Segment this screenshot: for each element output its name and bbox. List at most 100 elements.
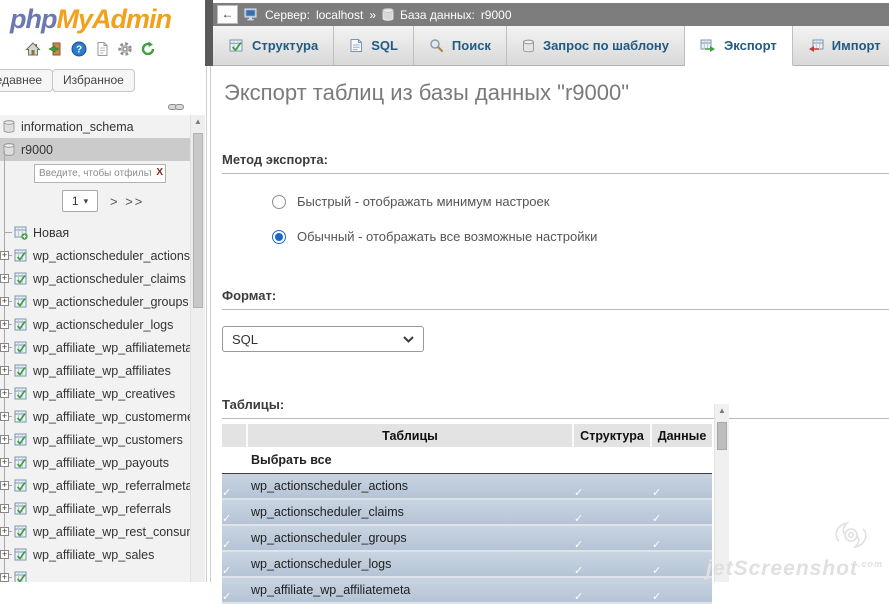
tree-table-item[interactable]: wp_affiliate_wp_sales bbox=[0, 543, 190, 566]
breadcrumb-server-value[interactable]: localhost bbox=[316, 8, 363, 22]
help-icon[interactable]: ? bbox=[70, 40, 87, 57]
tree-table-item[interactable]: wp_affiliate_wp_referralmeta bbox=[0, 474, 190, 497]
custom-export-option[interactable]: Обычный - отображать все возможные настр… bbox=[272, 229, 889, 244]
tree-table-item[interactable]: wp_affiliate_wp_affiliatemeta bbox=[0, 336, 190, 359]
table-icon bbox=[14, 479, 28, 493]
expand-icon[interactable] bbox=[0, 320, 9, 329]
expand-icon[interactable] bbox=[0, 389, 9, 398]
tree-table-item[interactable]: wp_actionscheduler_logs bbox=[0, 313, 190, 336]
table-name: wp_affiliate_wp_referrals bbox=[33, 502, 171, 516]
radio-quick[interactable] bbox=[272, 195, 286, 209]
expand-icon[interactable] bbox=[0, 527, 9, 536]
header-checkbox-col bbox=[222, 424, 248, 447]
scroll-up-icon[interactable]: ▲ bbox=[715, 404, 729, 418]
expand-icon[interactable] bbox=[0, 504, 9, 513]
sidebar-scrollbar[interactable]: ▲ bbox=[190, 115, 205, 582]
new-table-item[interactable]: Новая bbox=[0, 221, 190, 244]
expand-icon[interactable] bbox=[0, 251, 9, 260]
tree-table-item[interactable]: wp_actionscheduler_groups bbox=[0, 290, 190, 313]
chevron-down-icon: ▾ bbox=[84, 196, 89, 207]
tree-table-item[interactable]: wp_affiliate_wp_creatives bbox=[0, 382, 190, 405]
tab-search[interactable]: Поиск bbox=[414, 26, 507, 65]
tab-label: Поиск bbox=[452, 38, 491, 53]
tree-db-information-schema[interactable]: information_schema bbox=[0, 115, 190, 138]
expand-icon[interactable] bbox=[0, 366, 9, 375]
logout-icon[interactable] bbox=[47, 40, 64, 57]
scroll-up-icon[interactable]: ▲ bbox=[191, 115, 205, 129]
logo-php: php bbox=[10, 4, 56, 34]
tab-export[interactable]: Экспорт bbox=[685, 26, 793, 66]
panel-splitter[interactable] bbox=[206, 66, 211, 582]
logo-myadmin: MyAdmin bbox=[56, 4, 171, 34]
expand-icon[interactable] bbox=[0, 481, 9, 490]
refresh-icon[interactable] bbox=[139, 40, 156, 57]
radio-custom[interactable] bbox=[272, 230, 286, 244]
favorites-tab[interactable]: Избранное bbox=[52, 69, 135, 92]
tab-structure[interactable]: Структура bbox=[214, 26, 334, 65]
table-row: wp_actionscheduler_actions bbox=[222, 474, 712, 500]
tree-pagination: 1 ▾ > >> bbox=[62, 190, 190, 212]
panel-splitter-top bbox=[205, 0, 213, 66]
table-filter-input[interactable] bbox=[34, 164, 166, 183]
table-icon bbox=[14, 525, 28, 539]
table-name: wp_affiliate_wp_sales bbox=[33, 548, 154, 562]
table-icon bbox=[14, 272, 28, 286]
table-name: wp_affiliate_wp_rest_consumers bbox=[33, 525, 190, 539]
tree-db-r9000[interactable]: r9000 bbox=[0, 138, 190, 161]
table-row: wp_actionscheduler_claims bbox=[222, 500, 712, 526]
tab-label: Экспорт bbox=[724, 38, 777, 53]
tree-table-item[interactable]: wp_affiliate_wp_customers bbox=[0, 428, 190, 451]
scrollbar-thumb[interactable] bbox=[717, 422, 727, 450]
recent-tab[interactable]: Недавнее bbox=[0, 69, 53, 92]
expand-icon[interactable] bbox=[0, 412, 9, 421]
table-scrollbar[interactable]: ▲ bbox=[714, 404, 729, 582]
tree-table-item[interactable]: wp_actionscheduler_actions bbox=[0, 244, 190, 267]
db-name: r9000 bbox=[21, 143, 53, 157]
format-select[interactable]: SQL bbox=[222, 326, 424, 352]
expand-icon[interactable] bbox=[0, 550, 9, 559]
tables-heading: Таблицы: bbox=[222, 397, 889, 419]
table-row: wp_actionscheduler_groups bbox=[222, 526, 712, 552]
filter-clear-icon[interactable]: X bbox=[156, 167, 163, 178]
tree-table-item[interactable]: wp_affiliate_wp_referrals bbox=[0, 497, 190, 520]
tab-query-by-example[interactable]: Запрос по шаблону bbox=[507, 26, 685, 65]
scrollbar-thumb[interactable] bbox=[193, 133, 203, 308]
tree-table-item[interactable]: wp_affiliate_wp_payouts bbox=[0, 451, 190, 474]
page-select[interactable]: 1 ▾ bbox=[62, 190, 98, 212]
phpmyadmin-logo[interactable]: phpMyAdmin bbox=[0, 0, 210, 35]
expand-icon[interactable] bbox=[0, 274, 9, 283]
breadcrumb-db-value[interactable]: r9000 bbox=[481, 8, 512, 22]
expand-icon[interactable] bbox=[0, 458, 9, 467]
tab-sql[interactable]: SQL bbox=[334, 26, 414, 65]
expand-icon[interactable] bbox=[0, 297, 9, 306]
sidebar-panel-tabs: Недавнее Избранное bbox=[0, 69, 210, 93]
tree-table-item[interactable]: wp_affiliate_wp_customermeta bbox=[0, 405, 190, 428]
export-tables-table: Таблицы Структура Данные Выбрать все wp_… bbox=[222, 424, 712, 604]
page-next-links[interactable]: > >> bbox=[110, 194, 144, 209]
quick-export-option[interactable]: Быстрый - отображать минимум настроек bbox=[272, 194, 889, 209]
tree-table-item[interactable] bbox=[0, 566, 190, 582]
database-tree: information_schema r9000 X 1 ▾ > >> bbox=[0, 115, 190, 582]
main-panel: ← Сервер: localhost » База данных: r9000… bbox=[210, 0, 889, 582]
database-icon bbox=[382, 8, 394, 21]
table-name: wp_affiliate_wp_creatives bbox=[33, 387, 175, 401]
home-icon[interactable] bbox=[24, 40, 41, 57]
back-button[interactable]: ← bbox=[217, 5, 238, 24]
tree-table-item[interactable]: wp_affiliate_wp_affiliates bbox=[0, 359, 190, 382]
format-selected-value: SQL bbox=[232, 332, 258, 347]
docs-icon[interactable] bbox=[93, 40, 110, 57]
tab-import[interactable]: Импорт bbox=[793, 26, 889, 65]
select-all-row: Выбрать все bbox=[222, 447, 712, 474]
tree-table-item[interactable]: wp_actionscheduler_claims bbox=[0, 267, 190, 290]
expand-icon[interactable] bbox=[0, 435, 9, 444]
select-all-label[interactable]: Выбрать все bbox=[248, 453, 574, 467]
tree-table-item[interactable]: wp_affiliate_wp_rest_consumers bbox=[0, 520, 190, 543]
expand-icon[interactable] bbox=[0, 343, 9, 352]
table-name: wp_actionscheduler_groups bbox=[33, 295, 189, 309]
row-table-name: wp_affiliate_wp_affiliatemeta bbox=[248, 583, 574, 597]
table-header-row: Таблицы Структура Данные bbox=[222, 424, 712, 447]
expand-icon[interactable] bbox=[0, 573, 9, 582]
settings-icon[interactable] bbox=[116, 40, 133, 57]
table-icon bbox=[14, 364, 28, 378]
link-icon[interactable] bbox=[168, 102, 184, 112]
